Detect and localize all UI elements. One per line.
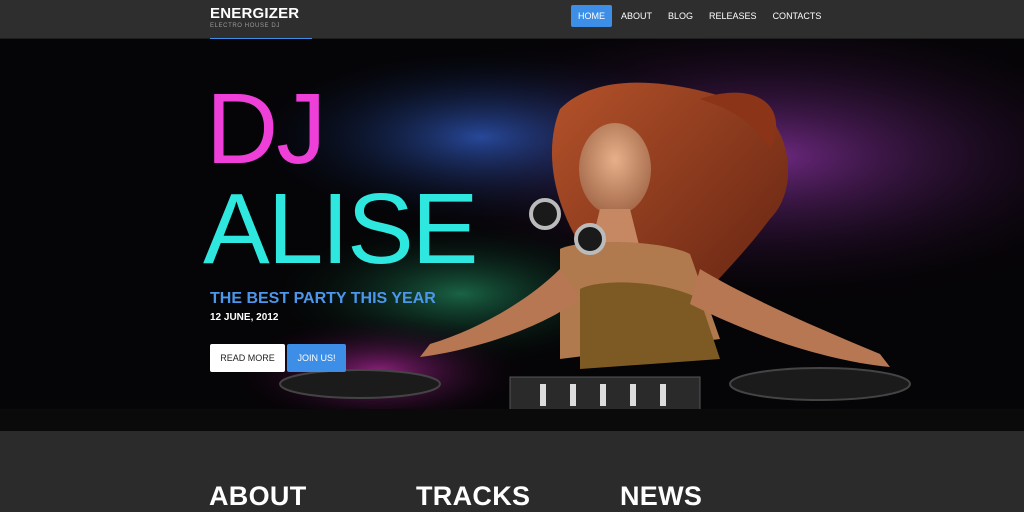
section-title-news: NEWS [620, 481, 703, 511]
brand-title: ENERGIZER [210, 5, 300, 22]
main-nav: HOME ABOUT BLOG RELEASES CONTACTS [571, 5, 830, 27]
nav-item-blog[interactable]: BLOG [661, 5, 700, 27]
hero-title-dj: DJ [206, 73, 326, 185]
hero-dj-image [0, 39, 1024, 431]
nav-item-home[interactable]: HOME [571, 5, 612, 27]
content-sections: ABOUT TRACKS NEWS [0, 431, 1024, 512]
nav-item-contacts[interactable]: CONTACTS [766, 5, 829, 27]
nav-item-releases[interactable]: RELEASES [702, 5, 764, 27]
brand-subtitle: ELECTRO HOUSE DJ [210, 23, 280, 29]
section-title-about: ABOUT [209, 481, 307, 511]
hero-date: 12 JUNE, 2012 [210, 312, 279, 323]
section-title-tracks: TRACKS [416, 481, 531, 511]
hero-banner: DJ ALISE THE BEST PARTY THIS YEAR 12 JUN… [0, 39, 1024, 431]
read-more-button[interactable]: READ MORE [210, 344, 285, 372]
hero-title-name: ALISE [203, 173, 478, 285]
hero-tagline: THE BEST PARTY THIS YEAR [210, 290, 436, 307]
brand-logo[interactable]: ENERGIZER ELECTRO HOUSE DJ [210, 6, 299, 30]
join-us-button[interactable]: JOIN US! [287, 344, 346, 372]
nav-item-about[interactable]: ABOUT [614, 5, 659, 27]
top-navbar: ENERGIZER ELECTRO HOUSE DJ HOME ABOUT BL… [0, 0, 1024, 39]
